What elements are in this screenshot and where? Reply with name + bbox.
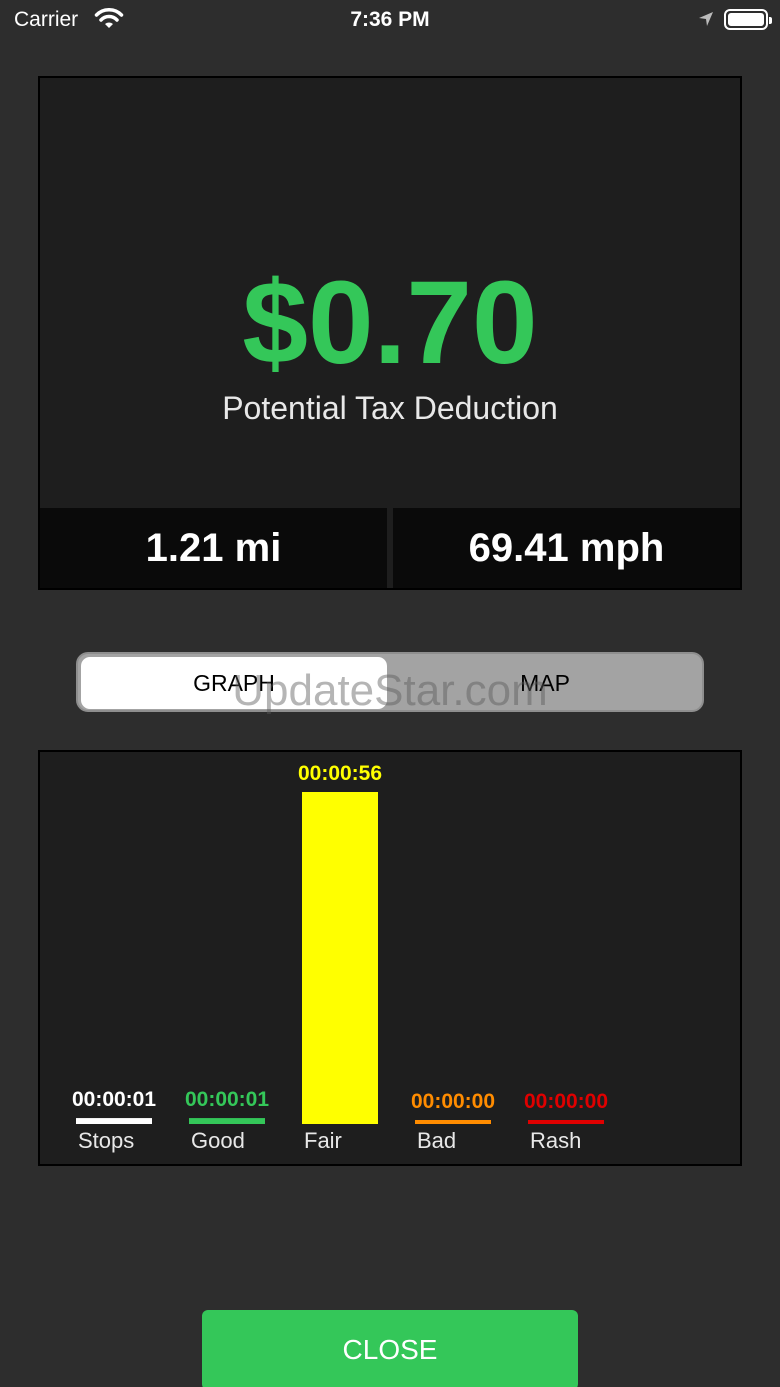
battery-icon <box>724 9 772 30</box>
category-label-good: Good <box>191 1128 245 1153</box>
deduction-label: Potential Tax Deduction <box>222 390 558 426</box>
category-label-fair: Fair <box>304 1128 342 1153</box>
location-arrow-icon <box>699 12 713 26</box>
status-bar: Carrier 7:36 PM <box>0 0 780 40</box>
status-time: 7:36 PM <box>350 8 430 31</box>
value-label-bad: 00:00:00 <box>411 1090 495 1113</box>
speed-stat: 69.41 mph <box>393 508 740 588</box>
segment-graph[interactable]: GRAPH <box>81 657 387 709</box>
driving-behavior-chart: 00:00:01 Stops 00:00:01 Good 00:00:56 Fair 00:… <box>38 750 742 1166</box>
value-label-fair: 00:00:56 <box>298 762 382 785</box>
deduction-amount: $0.70 <box>242 257 538 389</box>
view-segmented-control: GRAPH MAP <box>76 652 704 712</box>
close-button[interactable]: CLOSE <box>202 1310 578 1387</box>
value-label-rash: 00:00:00 <box>524 1090 608 1113</box>
bar-stops <box>76 1118 152 1124</box>
distance-stat: 1.21 mi <box>40 508 387 588</box>
category-label-rash: Rash <box>530 1128 581 1153</box>
segment-map[interactable]: MAP <box>390 657 700 709</box>
chart-canvas: 00:00:01 Stops 00:00:01 Good 00:00:56 Fair 00:… <box>72 762 608 1153</box>
value-label-good: 00:00:01 <box>185 1088 269 1111</box>
bar-good <box>189 1118 265 1124</box>
value-label-stops: 00:00:01 <box>72 1088 156 1111</box>
bar-bad <box>415 1120 491 1124</box>
category-label-stops: Stops <box>78 1128 134 1153</box>
trip-stats: 1.21 mi 69.41 mph <box>40 508 740 588</box>
bar-fair <box>302 792 378 1124</box>
bar-rash <box>528 1120 604 1124</box>
trip-summary-card: $0.70 Potential Tax Deduction 1.21 mi 69… <box>38 76 742 590</box>
category-label-bad: Bad <box>417 1128 456 1153</box>
